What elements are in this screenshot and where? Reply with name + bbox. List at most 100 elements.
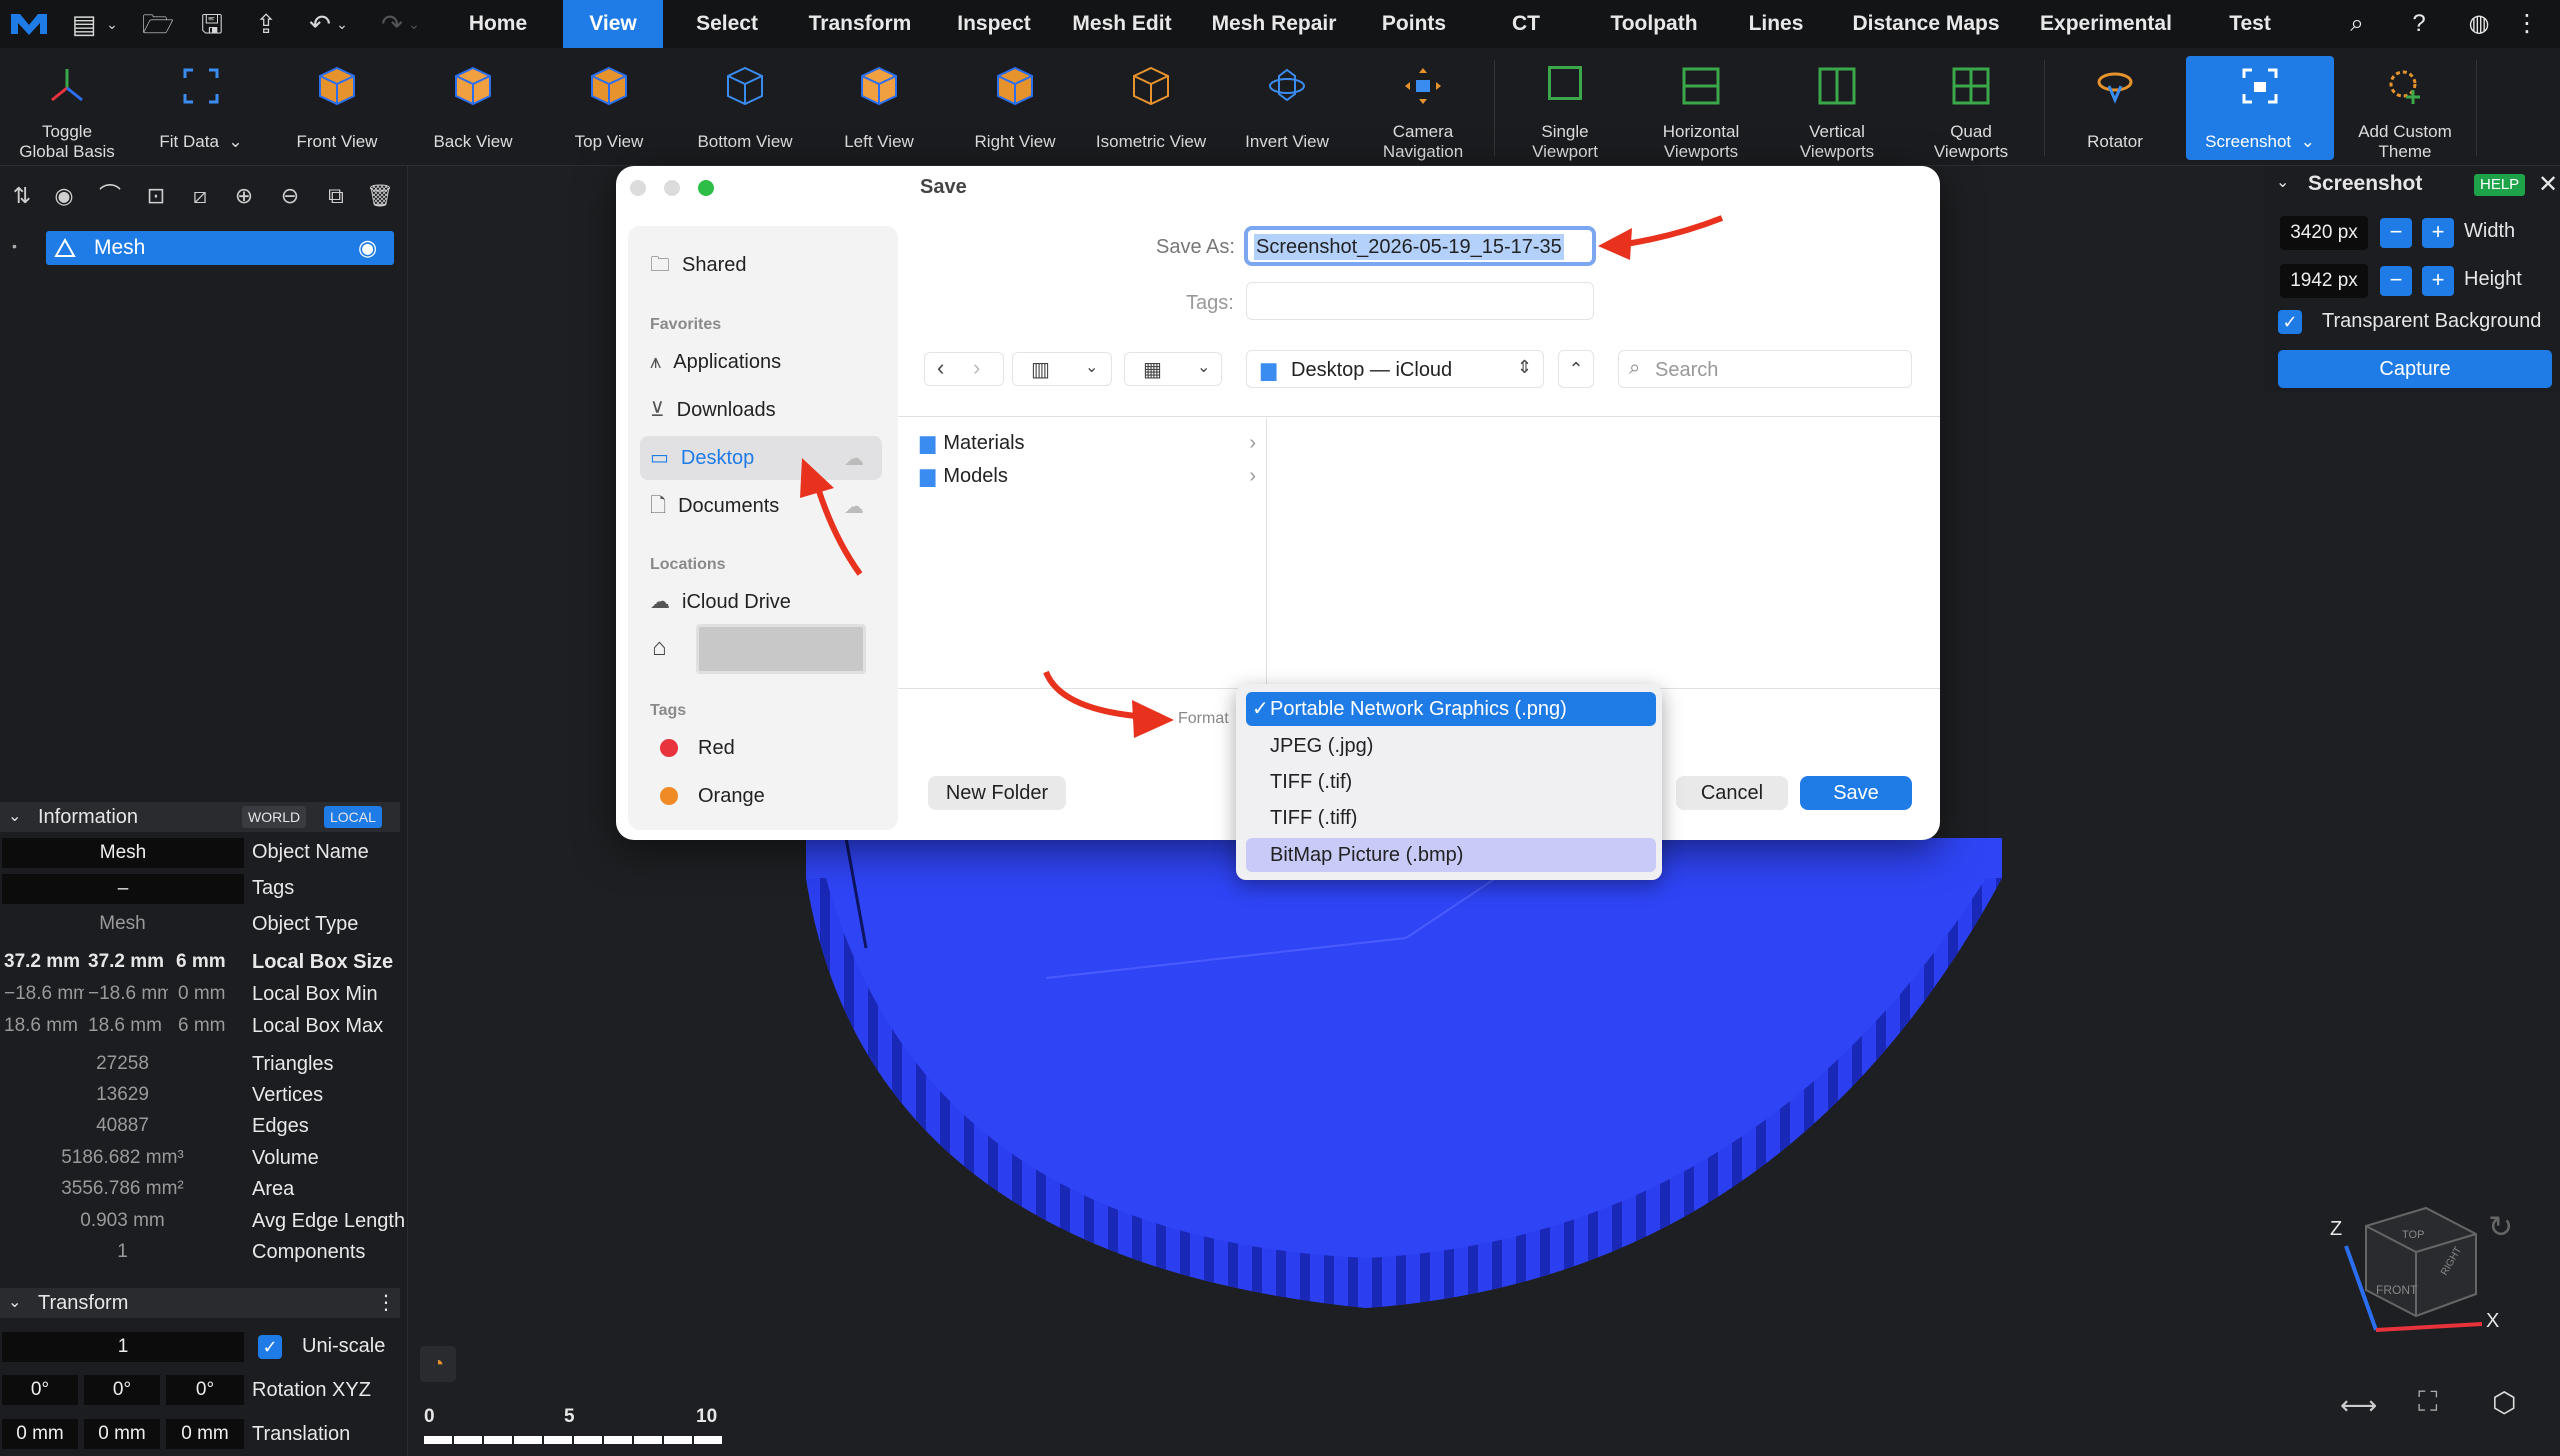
uniscale-checkbox[interactable]: ✓ [258, 1335, 282, 1359]
gear-mesh-3d[interactable] [806, 838, 2002, 1378]
rotator-button[interactable]: Rotator [2050, 56, 2180, 160]
single-viewport-button[interactable]: Single Viewport [1500, 56, 1630, 161]
save-as-input[interactable]: Screenshot_2026-05-19_15-17-35 [1244, 226, 1596, 266]
invert-view-button[interactable]: Invert View [1222, 56, 1352, 160]
move-down-icon[interactable]: ⊖ [272, 180, 308, 212]
menu-transform[interactable]: Transform [790, 0, 930, 48]
chevron-down-icon[interactable]: ⌄ [102, 8, 122, 40]
sidebar-tag-orange[interactable]: Orange [650, 776, 765, 816]
screenshot-button[interactable]: Screenshot ⌄ [2186, 56, 2334, 160]
width-input[interactable]: 3420 px [2280, 216, 2368, 250]
height-decrease-button[interactable]: − [2380, 266, 2412, 296]
search-field[interactable]: ⌕ Search [1618, 350, 1912, 388]
isometric-view-button[interactable]: Isometric View [1086, 56, 1216, 160]
height-input[interactable]: 1942 px [2280, 264, 2368, 298]
visibility-eye-icon[interactable]: ◉ [358, 231, 377, 265]
sort-az-icon[interactable]: ⇅ [4, 180, 40, 212]
translation-y-input[interactable]: 0 mm [84, 1419, 160, 1449]
more-options-icon[interactable]: ⋮ [376, 1288, 396, 1318]
save-button[interactable]: Save [1800, 776, 1912, 810]
close-icon[interactable]: ✕ [2538, 170, 2558, 199]
more-icon[interactable]: ⋮ [2510, 8, 2544, 40]
language-globe-icon[interactable]: ◍ [2462, 8, 2496, 40]
local-toggle[interactable]: LOCAL [324, 806, 382, 828]
window-minimize-button[interactable] [664, 180, 680, 196]
back-view-button[interactable]: Back View [408, 56, 538, 160]
toggle-global-basis-button[interactable]: Toggle Global Basis [2, 56, 132, 161]
left-view-button[interactable]: Left View [814, 56, 944, 160]
capture-button[interactable]: Capture [2278, 350, 2552, 388]
menu-home[interactable]: Home [450, 0, 546, 48]
object-name-field[interactable]: Mesh [2, 838, 244, 868]
camera-navigation-button[interactable]: Camera Navigation [1358, 56, 1488, 161]
back-chevron-icon[interactable]: ‹ [937, 355, 944, 381]
menu-test[interactable]: Test [2210, 0, 2290, 48]
translation-z-input[interactable]: 0 mm [166, 1419, 244, 1449]
chevron-down-icon[interactable]: ⌄ [2276, 172, 2289, 192]
menu-distance-maps[interactable]: Distance Maps [1846, 0, 2006, 48]
menu-mesh-repair[interactable]: Mesh Repair [1204, 0, 1344, 48]
rotation-z-input[interactable]: 0° [166, 1375, 244, 1405]
view-cube-icon[interactable]: ⬡ [2492, 1386, 2516, 1419]
select-all-icon[interactable]: ⊡ [138, 180, 174, 212]
menu-lines[interactable]: Lines [1736, 0, 1816, 48]
bottom-view-button[interactable]: Bottom View [680, 56, 810, 160]
menu-experimental[interactable]: Experimental [2030, 0, 2182, 48]
menu-mesh-edit[interactable]: Mesh Edit [1062, 0, 1182, 48]
sidebar-item-shared[interactable]: 🗀 Shared [650, 245, 747, 285]
move-up-icon[interactable]: ⊕ [226, 180, 262, 212]
deselect-icon[interactable]: ⧄ [182, 180, 218, 212]
folder-row-materials[interactable]: ▆ Materials › [920, 428, 1256, 458]
menu-inspect[interactable]: Inspect [944, 0, 1044, 48]
collapse-chevron-icon[interactable]: ⌃ [1558, 350, 1594, 388]
chevron-down-icon[interactable]: ⌄ [404, 8, 424, 40]
format-option-tiff[interactable]: TIFF (.tiff) [1246, 801, 1656, 835]
file-menu-icon[interactable]: ▤ [66, 8, 102, 40]
window-close-button[interactable] [630, 180, 646, 196]
location-dropdown[interactable]: ▆ Desktop — iCloud ⇕ [1246, 350, 1544, 388]
save-icon[interactable]: 🖫 [194, 8, 230, 40]
icon-view-button[interactable]: ▦ ⌄ [1124, 352, 1222, 386]
sidebar-item-icloud-drive[interactable]: ☁ iCloud Drive [650, 582, 791, 622]
menu-view[interactable]: View [563, 0, 663, 48]
sidebar-item-documents[interactable]: 🗋 Documents [650, 486, 779, 526]
width-increase-button[interactable]: + [2422, 218, 2454, 248]
rotate-view-icon[interactable]: ↻ [2488, 1210, 2513, 1245]
new-folder-button[interactable]: New Folder [928, 776, 1066, 810]
app-logo-icon[interactable] [8, 8, 50, 40]
horizontal-viewports-button[interactable]: Horizontal Viewports [1636, 56, 1766, 161]
information-header[interactable]: ⌄ Information WORLD LOCAL [0, 802, 400, 832]
show-eye-icon[interactable]: ◉ [46, 180, 82, 212]
menu-toolpath[interactable]: Toolpath [1596, 0, 1712, 48]
tags-input[interactable] [1246, 282, 1594, 320]
right-view-button[interactable]: Right View [950, 56, 1080, 160]
chevron-down-icon[interactable]: ⌄ [332, 8, 352, 40]
sidebar-item-desktop[interactable]: ▭ Desktop [650, 438, 754, 478]
format-option-tif[interactable]: TIFF (.tif) [1246, 765, 1656, 799]
rotation-y-input[interactable]: 0° [84, 1375, 160, 1405]
forward-chevron-icon[interactable]: › [973, 355, 980, 381]
vertical-viewports-button[interactable]: Vertical Viewports [1772, 56, 1902, 161]
hide-eye-icon[interactable]: ⌒ [92, 180, 128, 212]
help-icon[interactable]: ? [2402, 8, 2436, 40]
search-icon[interactable]: ⌕ [2340, 8, 2374, 40]
sidebar-item-applications[interactable]: ⩚ Applications [650, 342, 781, 382]
top-view-button[interactable]: Top View [544, 56, 674, 160]
fit-data-button[interactable]: Fit Data ⌄ [136, 56, 266, 160]
menu-points[interactable]: Points [1364, 0, 1464, 48]
tags-field[interactable]: – [2, 874, 244, 904]
scale-input[interactable]: 1 [2, 1332, 244, 1362]
scene-tree-mesh-row[interactable]: Mesh ◉ [46, 231, 394, 265]
open-folder-icon[interactable]: 🗁 [140, 8, 176, 40]
measure-icon[interactable]: ⟷ [2340, 1390, 2377, 1421]
help-button[interactable]: HELP [2474, 174, 2526, 196]
add-custom-theme-button[interactable]: Add Custom Theme [2340, 56, 2470, 161]
transparent-background-checkbox[interactable]: ✓ [2278, 310, 2302, 334]
format-option-jpg[interactable]: JPEG (.jpg) [1246, 729, 1656, 763]
fit-view-icon[interactable]: ⛶ [2418, 1386, 2438, 1419]
front-view-button[interactable]: Front View [272, 56, 402, 160]
translation-x-input[interactable]: 0 mm [2, 1419, 78, 1449]
sidebar-tag-red[interactable]: Red [650, 728, 735, 768]
export-icon[interactable]: ⇪ [248, 8, 284, 40]
rotation-x-input[interactable]: 0° [2, 1375, 78, 1405]
